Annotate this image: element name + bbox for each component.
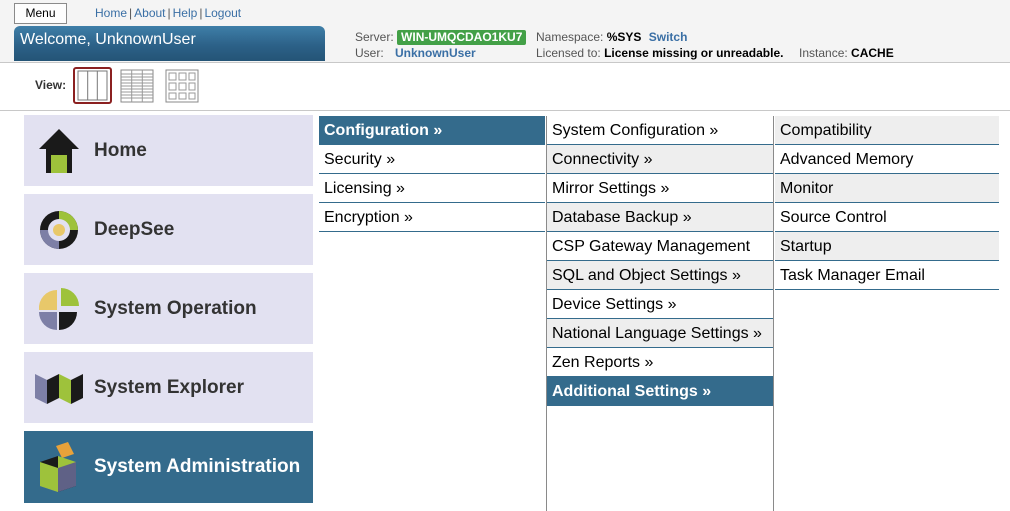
pie-quadrant-icon <box>24 273 94 344</box>
menu-column-2: System Configuration » Connectivity » Mi… <box>547 116 773 406</box>
namespace-label: Namespace: <box>536 30 604 44</box>
open-box-icon <box>24 432 94 503</box>
columns-view-button[interactable] <box>73 67 112 104</box>
grid-view-icon <box>165 69 199 103</box>
tile-system-administration[interactable]: System Administration <box>24 431 313 503</box>
menu-item-startup[interactable]: Startup <box>775 232 999 261</box>
user-label: User: <box>355 46 384 60</box>
help-link[interactable]: Help <box>173 6 198 20</box>
menu-item-licensing[interactable]: Licensing » <box>319 174 545 203</box>
menu-item-mirror-settings[interactable]: Mirror Settings » <box>547 174 773 203</box>
tile-system-operation[interactable]: System Operation <box>24 273 313 344</box>
tile-label: System Operation <box>94 297 257 319</box>
server-label: Server: <box>355 30 394 44</box>
licensed-label: Licensed to: <box>536 46 601 60</box>
menu-item-database-backup[interactable]: Database Backup » <box>547 203 773 232</box>
namespace-value: %SYS <box>606 30 642 44</box>
divider <box>0 110 1010 111</box>
deepsee-icon <box>24 194 94 265</box>
welcome-banner: Welcome, UnknownUser <box>14 26 325 61</box>
tile-label: System Explorer <box>94 376 244 398</box>
licensed-value: License missing or unreadable. <box>604 46 784 60</box>
server-badge: WIN-UMQCDAO1KU7 <box>397 30 527 45</box>
menu-item-compatibility[interactable]: Compatibility <box>775 116 999 145</box>
list-view-button[interactable] <box>118 67 157 104</box>
menu-item-additional-settings[interactable]: Additional Settings » <box>547 377 773 406</box>
menu-item-advanced-memory[interactable]: Advanced Memory <box>775 145 999 174</box>
menu-item-national-language-settings[interactable]: National Language Settings » <box>547 319 773 348</box>
instance-info: Instance: CACHE <box>799 46 894 60</box>
menu-item-connectivity[interactable]: Connectivity » <box>547 145 773 174</box>
menu-item-source-control[interactable]: Source Control <box>775 203 999 232</box>
tile-home[interactable]: Home <box>24 115 313 186</box>
house-icon <box>24 115 94 186</box>
menu-item-sql-object-settings[interactable]: SQL and Object Settings » <box>547 261 773 290</box>
tile-label: Home <box>94 139 147 161</box>
menu-item-configuration[interactable]: Configuration » <box>319 116 545 145</box>
switch-namespace-link[interactable]: Switch <box>649 30 688 44</box>
explorer-folds-icon <box>24 352 94 423</box>
menu-item-system-configuration[interactable]: System Configuration » <box>547 116 773 145</box>
top-links: Home | About | Help | Logout <box>95 6 241 20</box>
menu-column-3: Compatibility Advanced Memory Monitor So… <box>775 116 999 290</box>
grid-view-button[interactable] <box>163 67 202 104</box>
menu-item-csp-gateway-management[interactable]: CSP Gateway Management <box>547 232 773 261</box>
list-view-icon <box>120 69 154 103</box>
menu-item-zen-reports[interactable]: Zen Reports » <box>547 348 773 377</box>
link-separator: | <box>167 6 171 20</box>
instance-value: CACHE <box>851 46 894 60</box>
logout-link[interactable]: Logout <box>204 6 241 20</box>
home-link[interactable]: Home <box>95 6 127 20</box>
user-link[interactable]: UnknownUser <box>395 46 476 60</box>
columns-view-icon <box>77 70 108 101</box>
tile-label: DeepSee <box>94 218 175 240</box>
menu-button[interactable]: Menu <box>14 3 67 24</box>
server-info: Server: WIN-UMQCDAO1KU7 <box>355 30 527 45</box>
tile-label: System Administration <box>94 456 301 477</box>
tile-deepsee[interactable]: DeepSee <box>24 194 313 265</box>
header-bar: Menu Home | About | Help | Logout Welcome, Unk… <box>0 0 1010 63</box>
menu-item-task-manager-email[interactable]: Task Manager Email <box>775 261 999 290</box>
menu-item-security[interactable]: Security » <box>319 145 545 174</box>
license-info: Licensed to: License missing or unreadab… <box>536 46 783 60</box>
tile-system-explorer[interactable]: System Explorer <box>24 352 313 423</box>
menu-item-encryption[interactable]: Encryption » <box>319 203 545 232</box>
menu-item-device-settings[interactable]: Device Settings » <box>547 290 773 319</box>
about-link[interactable]: About <box>134 6 165 20</box>
view-label: View: <box>35 78 67 92</box>
menu-column-1: Configuration » Security » Licensing » E… <box>319 116 545 232</box>
instance-label: Instance: <box>799 46 848 60</box>
user-info: User: UnknownUser <box>355 46 476 60</box>
namespace-info: Namespace: %SYS Switch <box>536 30 687 44</box>
menu-item-monitor[interactable]: Monitor <box>775 174 999 203</box>
